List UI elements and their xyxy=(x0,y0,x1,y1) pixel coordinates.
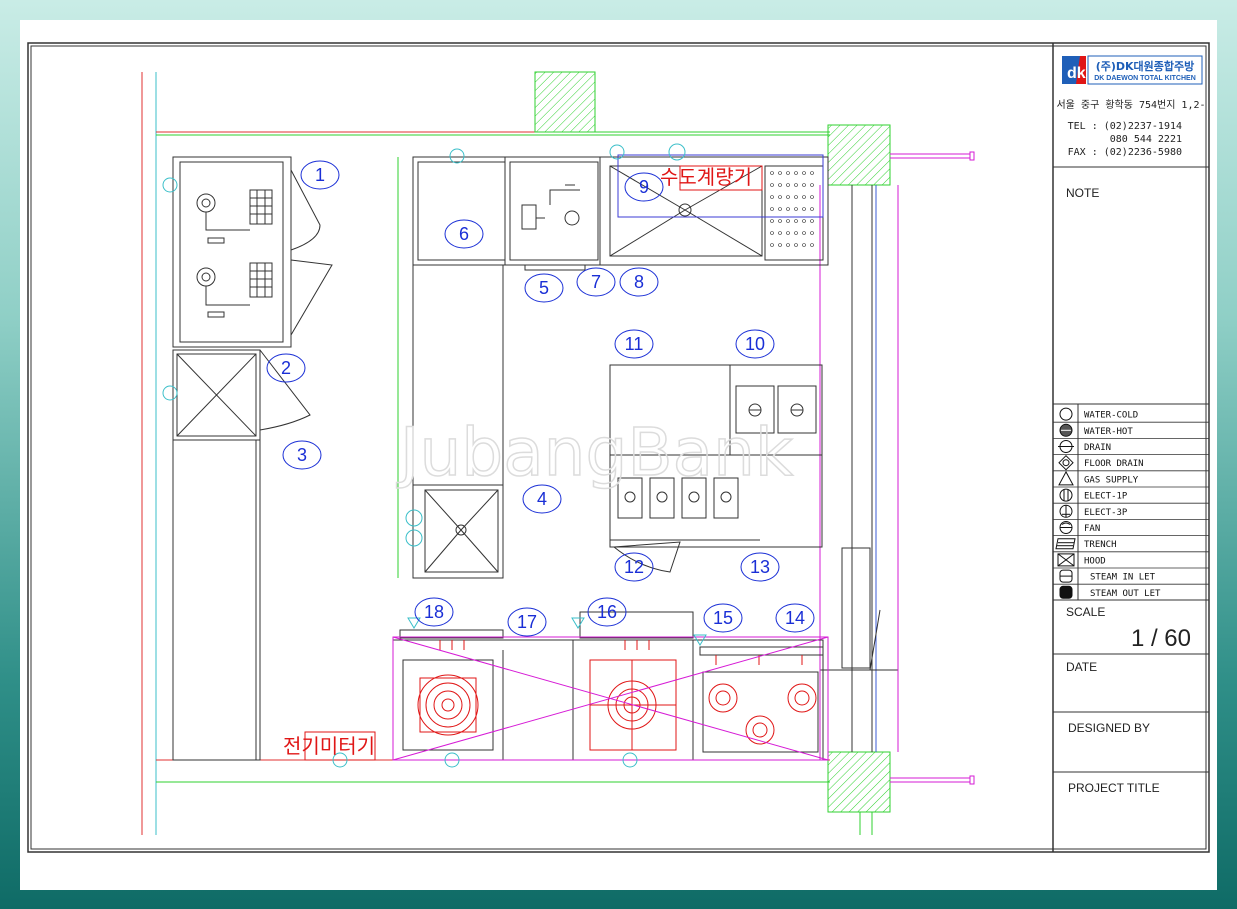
legend-row-hood: HOOD xyxy=(1053,551,1209,567)
equipment-number: 14 xyxy=(785,608,805,628)
project-title-label: PROJECT TITLE xyxy=(1068,781,1160,795)
company-address: 서울 중구 황학동 754번지 1,2- xyxy=(1056,99,1205,111)
company-name-en: DK DAEWON TOTAL KITCHEN xyxy=(1094,75,1196,82)
water-cold-icon xyxy=(1059,407,1073,421)
legend-row-steam-in: STEAM IN LET xyxy=(1053,567,1209,583)
gas-supply-icon xyxy=(1058,470,1074,486)
scale-value: 1 / 60 xyxy=(1131,625,1191,652)
company-tel: TEL : (02)2237-1914 xyxy=(1068,121,1182,132)
burners xyxy=(417,640,817,751)
company-name-ko: (주)DK대원종합주방 xyxy=(1096,59,1195,73)
legend-label: TRENCH xyxy=(1084,540,1117,550)
legend-label: DRAIN xyxy=(1084,443,1111,453)
drawing-sheet: JubangBank 1 2 3 4 5 6 7 8 9 10 11 12 13 xyxy=(20,20,1217,890)
legend-label: WATER-HOT xyxy=(1084,427,1133,437)
equipment-number: 11 xyxy=(625,334,644,354)
fan-icon xyxy=(1059,521,1073,534)
equipment-top-line xyxy=(412,156,829,271)
hood-outline xyxy=(392,636,829,761)
legend-row-steam-out: STEAM OUT LET xyxy=(1053,583,1209,599)
water-meter-label: 수도계량기 xyxy=(660,165,752,189)
drain-icon xyxy=(1058,440,1074,453)
company-fax: FAX : (02)2236-5980 xyxy=(1068,147,1182,158)
legend-row-drain: DRAIN xyxy=(1053,437,1209,453)
title-block: dk (주)DK대원종합주방 DK DAEWON TOTAL KITCHEN 서… xyxy=(1053,55,1209,795)
legend-row-water-hot: WATER-HOT xyxy=(1053,421,1209,437)
steam-in-icon xyxy=(1059,569,1073,583)
elect-3p-icon xyxy=(1059,504,1073,518)
equipment-number: 12 xyxy=(624,557,644,577)
designed-by-label: DESIGNED BY xyxy=(1068,721,1150,735)
doors xyxy=(259,169,333,431)
equipment-1-ranges xyxy=(172,156,292,348)
equipment-number: 1 xyxy=(315,165,325,185)
legend-row-fan: FAN xyxy=(1053,518,1209,534)
equipment-number: 3 xyxy=(297,445,307,465)
legend-label: WATER-COLD xyxy=(1084,411,1138,421)
legend-row-trench: TRENCH xyxy=(1053,535,1209,550)
pipe-stubs xyxy=(819,151,975,785)
legend-row-elect-3p: ELECT-3P xyxy=(1053,502,1209,518)
water-hot-icon xyxy=(1059,423,1073,437)
equipment-number: 4 xyxy=(537,489,547,509)
wall-column-right-bottom xyxy=(827,751,891,813)
legend-label: ELECT-1P xyxy=(1084,492,1128,502)
window-frame xyxy=(820,185,898,752)
equipment-bottom-line xyxy=(392,611,824,761)
note-label: NOTE xyxy=(1066,186,1099,200)
equipment-number: 17 xyxy=(517,612,537,632)
elect-1p-icon xyxy=(1059,488,1073,502)
legend-row-floor-drain: FLOOR DRAIN xyxy=(1053,454,1209,471)
equipment-number-bubbles xyxy=(266,160,815,637)
legend-row-gas-supply: GAS SUPPLY xyxy=(1053,470,1209,486)
trench-icon xyxy=(1055,538,1076,550)
equipment-number: 16 xyxy=(597,602,617,622)
floor-drain-icon xyxy=(1058,454,1074,471)
equipment-number: 5 xyxy=(539,278,549,298)
logo-text: dk xyxy=(1067,65,1086,82)
company-logo: dk (주)DK대원종합주방 DK DAEWON TOTAL KITCHEN xyxy=(1062,55,1203,85)
equipment-number: 7 xyxy=(591,272,601,292)
company-tel2: 080 544 2221 xyxy=(1110,134,1182,145)
equipment-number: 18 xyxy=(424,602,444,622)
legend-label: STEAM OUT LET xyxy=(1090,589,1161,599)
equipment-number: 10 xyxy=(745,334,765,354)
legend-label: STEAM IN LET xyxy=(1090,573,1156,583)
watermark: JubangBank xyxy=(396,414,794,491)
equipment-number: 6 xyxy=(459,224,469,244)
kitchen-floor-plan: JubangBank 1 2 3 4 5 6 7 8 9 10 11 12 13 xyxy=(27,42,1210,853)
hood-icon xyxy=(1057,553,1075,567)
equipment-2-hood xyxy=(172,349,261,761)
legend-label: ELECT-3P xyxy=(1084,508,1128,518)
steam-out-icon xyxy=(1059,585,1073,599)
legend-label: HOOD xyxy=(1084,556,1106,566)
legend-label: GAS SUPPLY xyxy=(1084,475,1139,485)
legend-label: FAN xyxy=(1084,524,1100,534)
drainboard-dots xyxy=(770,171,814,247)
legend-rows: WATER-COLD WATER-HOT DRAIN FLOOR DRAIN GAS S… xyxy=(1053,407,1209,599)
wall-column-right-top xyxy=(827,124,891,186)
equipment-number: 8 xyxy=(634,272,644,292)
equipment-number: 9 xyxy=(639,177,649,197)
equipment-number: 2 xyxy=(281,358,291,378)
legend-label: FLOOR DRAIN xyxy=(1084,459,1144,469)
equipment-number: 13 xyxy=(750,557,770,577)
legend-row-elect-1p: ELECT-1P xyxy=(1053,486,1209,502)
equipment-4-counter xyxy=(397,157,504,579)
scale-label: SCALE xyxy=(1066,605,1105,619)
electric-meter-label: 전기미터기 xyxy=(283,734,375,758)
wall-column-top xyxy=(534,71,596,133)
date-label: DATE xyxy=(1066,660,1097,674)
legend-row-water-cold: WATER-COLD xyxy=(1059,407,1138,421)
equipment-number: 15 xyxy=(713,608,733,628)
